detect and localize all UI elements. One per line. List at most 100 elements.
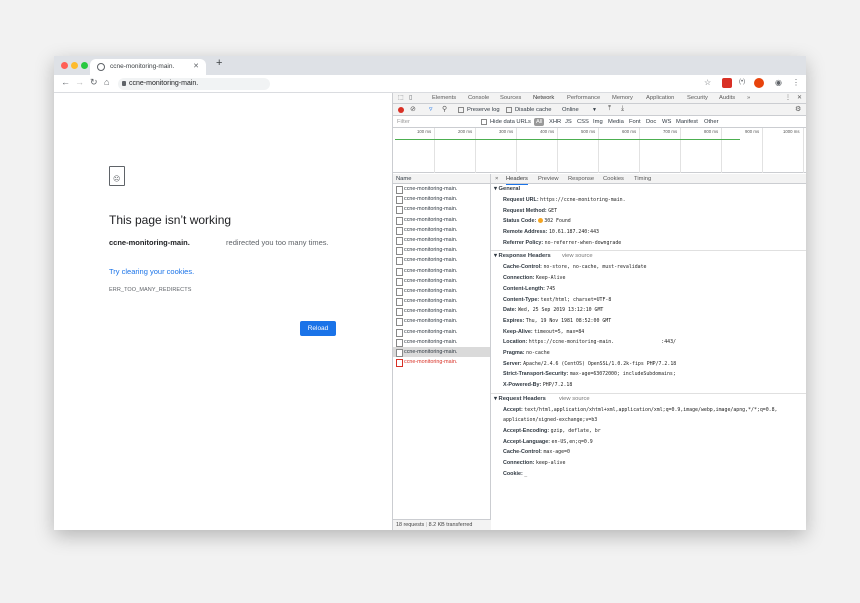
filter-type-js[interactable]: JS bbox=[565, 116, 572, 128]
general-section-header[interactable]: ▾ General bbox=[491, 184, 806, 195]
timeline-tick-label: 400 ms bbox=[540, 129, 555, 134]
clear-cookies-link[interactable]: Try clearing your cookies. bbox=[109, 267, 194, 276]
search-icon[interactable]: ⚲ bbox=[442, 105, 447, 113]
filter-type-img[interactable]: Img bbox=[593, 116, 603, 128]
tab-preview[interactable]: Preview bbox=[538, 174, 559, 184]
filter-type-other[interactable]: Other bbox=[704, 116, 719, 128]
response-headers-section-header[interactable]: ▾ Response Headers view source bbox=[491, 251, 806, 262]
transferred-size: 8.2 KB transferred bbox=[428, 522, 473, 528]
request-row[interactable]: ccne-monitoring-main. bbox=[393, 235, 490, 246]
request-row[interactable]: ccne-monitoring-main. bbox=[393, 255, 490, 266]
throttling-select[interactable]: Online bbox=[562, 104, 579, 116]
network-toolbar: ⊘ ▿ ⚲ Preserve log Disable cache Online … bbox=[393, 104, 806, 116]
reload-icon[interactable]: ↻ bbox=[90, 77, 98, 88]
request-row[interactable]: ccne-monitoring-main. bbox=[393, 286, 490, 297]
devtools-menu-icon[interactable]: ⋮ bbox=[785, 93, 791, 104]
new-tab-button[interactable]: + bbox=[216, 57, 222, 69]
preserve-log-checkbox[interactable] bbox=[458, 107, 464, 113]
request-row[interactable]: ccne-monitoring-main. bbox=[393, 184, 490, 195]
extension-code-icon[interactable]: (•) bbox=[739, 79, 745, 85]
request-row[interactable]: ccne-monitoring-main. bbox=[393, 327, 490, 337]
request-headers-section-header[interactable]: ▾ Request Headers view source bbox=[491, 394, 806, 405]
request-row-error[interactable]: ccne-monitoring-main. bbox=[393, 357, 490, 368]
header-row: Cache-Control: no-store, no-cache, must-… bbox=[503, 264, 647, 271]
header-row: Content-Length: 745 bbox=[503, 285, 556, 292]
record-icon[interactable] bbox=[398, 107, 404, 113]
filter-input[interactable]: Filter bbox=[397, 116, 410, 128]
request-row[interactable]: ccne-monitoring-main. bbox=[393, 337, 490, 347]
request-row[interactable]: ccne-monitoring-main. bbox=[393, 306, 490, 317]
disable-cache-label: Disable cache bbox=[515, 107, 552, 113]
import-icon[interactable]: ⤒ bbox=[608, 105, 611, 113]
tab-application[interactable]: Application bbox=[646, 93, 674, 104]
tab-response[interactable]: Response bbox=[568, 174, 594, 184]
device-toggle-icon[interactable]: ▯ bbox=[409, 94, 412, 101]
request-row[interactable]: ccne-monitoring-main. bbox=[393, 215, 490, 225]
request-row[interactable]: ccne-monitoring-main. bbox=[393, 225, 490, 235]
close-devtools-icon[interactable]: ✕ bbox=[797, 93, 802, 104]
tab-cookies[interactable]: Cookies bbox=[603, 174, 624, 184]
request-row[interactable]: ccne-monitoring-main. bbox=[393, 204, 490, 215]
browser-tab[interactable]: ccne-monitoring-main. ✕ bbox=[90, 59, 206, 75]
inspect-element-icon[interactable]: ⬚ bbox=[398, 94, 404, 101]
filter-type-xhr[interactable]: XHR bbox=[549, 116, 561, 128]
filter-type-ws[interactable]: WS bbox=[662, 116, 671, 128]
request-row[interactable]: ccne-monitoring-main. bbox=[393, 266, 490, 276]
hide-data-urls-checkbox[interactable] bbox=[481, 119, 487, 125]
reload-button[interactable]: Reload bbox=[300, 321, 336, 336]
tab-security[interactable]: Security bbox=[687, 93, 708, 104]
chevron-down-icon: ▼ bbox=[592, 107, 597, 113]
request-row[interactable]: ccne-monitoring-main. bbox=[393, 276, 490, 286]
view-source-link[interactable]: view source bbox=[559, 394, 590, 405]
zoom-window-button[interactable] bbox=[81, 62, 88, 69]
home-icon[interactable]: ⌂ bbox=[104, 77, 109, 87]
timeline-tick-label: 1000 ms bbox=[783, 129, 800, 134]
forward-arrow-icon[interactable]: → bbox=[75, 77, 84, 87]
menu-kebab-icon[interactable]: ⋮ bbox=[792, 78, 800, 87]
settings-gear-icon[interactable]: ⚙ bbox=[795, 105, 801, 113]
request-row[interactable]: ccne-monitoring-main. bbox=[393, 194, 490, 205]
title-bar: ccne-monitoring-main. ✕ + bbox=[54, 56, 806, 75]
filter-type-manifest[interactable]: Manifest bbox=[676, 116, 698, 128]
extension-icon[interactable] bbox=[722, 78, 732, 88]
bookmark-star-icon[interactable]: ☆ bbox=[704, 78, 711, 87]
tab-timing[interactable]: Timing bbox=[634, 174, 651, 184]
disable-cache-checkbox[interactable] bbox=[506, 107, 512, 113]
back-arrow-icon[interactable]: ← bbox=[61, 77, 70, 87]
request-row[interactable]: ccne-monitoring-main. bbox=[393, 316, 490, 327]
extension-shield-icon[interactable] bbox=[754, 78, 764, 88]
error-host: ccne-monitoring-main. bbox=[109, 238, 190, 247]
name-column-header[interactable]: Name bbox=[393, 174, 490, 184]
filter-type-css[interactable]: CSS bbox=[577, 116, 589, 128]
request-row[interactable]: ccne-monitoring-main. bbox=[393, 245, 490, 256]
header-row: Location: https://ccne-monitoring-main. … bbox=[503, 339, 676, 346]
close-detail-icon[interactable]: × bbox=[495, 174, 498, 184]
network-overview-timeline[interactable]: 100 ms 200 ms 300 ms 400 ms 500 ms 600 m… bbox=[393, 128, 806, 173]
filter-type-media[interactable]: Media bbox=[608, 116, 624, 128]
timeline-waterfall-bar bbox=[395, 139, 740, 140]
profile-avatar-icon[interactable]: ◉ bbox=[775, 78, 782, 87]
more-tabs-button[interactable]: » bbox=[747, 93, 750, 104]
tab-elements[interactable]: Elements bbox=[432, 93, 456, 104]
filter-type-doc[interactable]: Doc bbox=[646, 116, 656, 128]
close-window-button[interactable] bbox=[61, 62, 68, 69]
tab-performance[interactable]: Performance bbox=[567, 93, 600, 104]
timeline-tick-label: 700 ms bbox=[663, 129, 678, 134]
devtools-tab-bar: ⬚ ▯ Elements Console Sources Network Per… bbox=[393, 93, 806, 105]
tab-sources[interactable]: Sources bbox=[500, 93, 521, 104]
filter-type-all[interactable]: All bbox=[534, 118, 545, 126]
tab-memory[interactable]: Memory bbox=[612, 93, 633, 104]
filter-icon[interactable]: ▿ bbox=[429, 105, 433, 113]
minimize-window-button[interactable] bbox=[71, 62, 78, 69]
clear-icon[interactable]: ⊘ bbox=[410, 105, 416, 113]
request-row-selected[interactable]: ccne-monitoring-main. bbox=[393, 347, 490, 358]
request-row[interactable]: ccne-monitoring-main. bbox=[393, 296, 490, 307]
close-tab-icon[interactable]: ✕ bbox=[193, 59, 199, 75]
tab-console[interactable]: Console bbox=[468, 93, 489, 104]
filter-type-font[interactable]: Font bbox=[629, 116, 641, 128]
header-row-continuation: application/signed-exchange;v=b3 bbox=[503, 417, 598, 424]
export-icon[interactable]: ⤓ bbox=[621, 105, 624, 113]
tab-audits[interactable]: Audits bbox=[719, 93, 735, 104]
address-bar[interactable]: ccne-monitoring-main. bbox=[118, 78, 270, 90]
view-source-link[interactable]: view source bbox=[562, 251, 593, 262]
